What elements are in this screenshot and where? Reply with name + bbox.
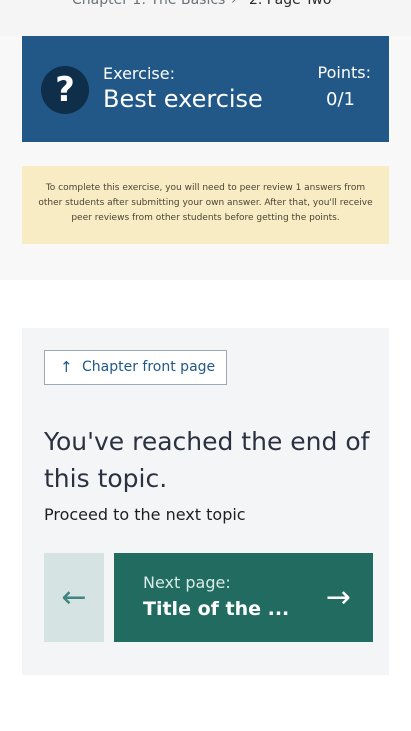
next-page-title: Title of the ... xyxy=(143,598,290,620)
exercise-header: ? Exercise: Best exercise Points: 0/1 xyxy=(22,36,389,142)
peer-review-note: To complete this exercise, you will need… xyxy=(22,166,389,244)
exercise-type-label: Exercise: xyxy=(103,64,175,83)
arrow-right-icon: → xyxy=(325,580,351,615)
next-page-label: Next page: xyxy=(143,573,231,592)
chapter-front-page-label: Chapter front page xyxy=(82,359,216,375)
next-page-button[interactable]: Next page: Title of the ... → xyxy=(114,553,373,642)
breadcrumb-current-page: 2. Page Two xyxy=(249,0,332,8)
end-of-topic-card: ↑ Chapter front page You've reached the … xyxy=(22,328,389,675)
end-of-topic-title: You've reached the end of this topic. xyxy=(44,427,370,493)
breadcrumb: Chapter 1: The Basics › 2. Page Two xyxy=(0,0,411,36)
arrow-up-icon: ↑ xyxy=(60,358,73,376)
breadcrumb-separator: › xyxy=(231,0,237,8)
arrow-left-icon: ← xyxy=(61,580,87,615)
question-mark-icon: ? xyxy=(41,66,89,114)
points-label: Points: xyxy=(317,63,371,82)
exercise-title: Best exercise xyxy=(103,85,263,113)
end-of-topic-subtitle: Proceed to the next topic xyxy=(44,505,246,524)
points-value: 0/1 xyxy=(326,89,355,110)
chapter-front-page-button[interactable]: ↑ Chapter front page xyxy=(44,350,227,385)
previous-page-button[interactable]: ← xyxy=(44,553,104,642)
breadcrumb-chapter-link[interactable]: Chapter 1: The Basics xyxy=(72,0,225,9)
